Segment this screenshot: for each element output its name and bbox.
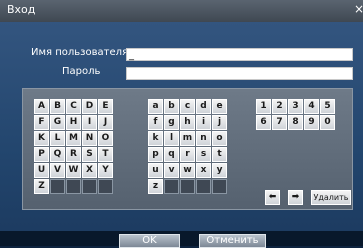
- digit-key-8[interactable]: 8: [288, 115, 303, 130]
- uppercase-key-T[interactable]: T: [98, 147, 113, 162]
- uppercase-key-A[interactable]: A: [34, 99, 49, 114]
- lowercase-key-u[interactable]: u: [148, 163, 163, 178]
- uppercase-key-K[interactable]: K: [34, 131, 49, 146]
- digit-key-7[interactable]: 7: [272, 115, 287, 130]
- uppercase-key-blank: [50, 179, 65, 194]
- uppercase-key-J[interactable]: J: [98, 115, 113, 130]
- uppercase-key-I[interactable]: I: [82, 115, 97, 130]
- uppercase-key-N[interactable]: N: [82, 131, 97, 146]
- uppercase-key-F[interactable]: F: [34, 115, 49, 130]
- lowercase-key-v[interactable]: v: [164, 163, 179, 178]
- uppercase-key-E[interactable]: E: [98, 99, 113, 114]
- digit-key-4[interactable]: 4: [304, 99, 319, 114]
- uppercase-key-V[interactable]: V: [50, 163, 65, 178]
- digit-key-6[interactable]: 6: [256, 115, 271, 130]
- lowercase-key-k[interactable]: k: [148, 131, 163, 146]
- delete-button[interactable]: Удалить: [311, 190, 351, 205]
- uppercase-key-B[interactable]: B: [50, 99, 65, 114]
- lowercase-key-x[interactable]: x: [196, 163, 211, 178]
- lowercase-key-blank: [196, 179, 211, 194]
- digit-key-3[interactable]: 3: [288, 99, 303, 114]
- uppercase-key-S[interactable]: S: [82, 147, 97, 162]
- lowercase-key-w[interactable]: w: [180, 163, 195, 178]
- bottom-bar: [0, 231, 363, 246]
- digit-key-5[interactable]: 5: [320, 99, 335, 114]
- uppercase-key-Z[interactable]: Z: [34, 179, 49, 194]
- lowercase-key-s[interactable]: s: [196, 147, 211, 162]
- lowercase-key-g[interactable]: g: [164, 115, 179, 130]
- lowercase-key-m[interactable]: m: [180, 131, 195, 146]
- uppercase-key-M[interactable]: M: [66, 131, 81, 146]
- lowercase-key-p[interactable]: p: [148, 147, 163, 162]
- lowercase-key-f[interactable]: f: [148, 115, 163, 130]
- right-arrow-icon[interactable]: ➡: [288, 190, 303, 205]
- digit-key-9[interactable]: 9: [304, 115, 319, 130]
- digit-key-2[interactable]: 2: [272, 99, 287, 114]
- uppercase-key-Q[interactable]: Q: [50, 147, 65, 162]
- lowercase-key-i[interactable]: i: [196, 115, 211, 130]
- lowercase-key-blank: [212, 179, 227, 194]
- lowercase-key-y[interactable]: y: [212, 163, 227, 178]
- uppercase-key-W[interactable]: W: [66, 163, 81, 178]
- username-label: Имя пользователя: [31, 47, 129, 58]
- lowercase-key-blank: [180, 179, 195, 194]
- uppercase-key-R[interactable]: R: [66, 147, 81, 162]
- lowercase-key-t[interactable]: t: [212, 147, 227, 162]
- lowercase-key-b[interactable]: b: [164, 99, 179, 114]
- uppercase-key-P[interactable]: P: [34, 147, 49, 162]
- lowercase-key-blank: [164, 179, 179, 194]
- uppercase-key-Y[interactable]: Y: [98, 163, 113, 178]
- lowercase-key-r[interactable]: r: [180, 147, 195, 162]
- uppercase-key-O[interactable]: O: [98, 131, 113, 146]
- uppercase-key-U[interactable]: U: [34, 163, 49, 178]
- uppercase-key-H[interactable]: H: [66, 115, 81, 130]
- lowercase-key-z[interactable]: z: [148, 179, 163, 194]
- digit-key-1[interactable]: 1: [256, 99, 271, 114]
- lowercase-key-o[interactable]: o: [212, 131, 227, 146]
- close-icon[interactable]: ×: [354, 2, 363, 16]
- lowercase-key-d[interactable]: d: [196, 99, 211, 114]
- left-arrow-icon[interactable]: ⬅: [265, 190, 280, 205]
- lowercase-key-c[interactable]: c: [180, 99, 195, 114]
- uppercase-key-D[interactable]: D: [82, 99, 97, 114]
- digit-key-0[interactable]: 0: [320, 115, 335, 130]
- uppercase-key-blank: [66, 179, 81, 194]
- uppercase-key-C[interactable]: C: [66, 99, 81, 114]
- username-input[interactable]: _: [126, 48, 353, 61]
- title-bar: Вход ×: [0, 0, 363, 22]
- uppercase-key-L[interactable]: L: [50, 131, 65, 146]
- lowercase-key-j[interactable]: j: [212, 115, 227, 130]
- password-label: Пароль: [62, 66, 101, 77]
- password-input[interactable]: [126, 67, 353, 80]
- uppercase-key-G[interactable]: G: [50, 115, 65, 130]
- lowercase-key-q[interactable]: q: [164, 147, 179, 162]
- uppercase-key-blank: [82, 179, 97, 194]
- lowercase-key-l[interactable]: l: [164, 131, 179, 146]
- uppercase-key-X[interactable]: X: [82, 163, 97, 178]
- uppercase-key-blank: [98, 179, 113, 194]
- lowercase-key-a[interactable]: a: [148, 99, 163, 114]
- lowercase-key-e[interactable]: e: [212, 99, 227, 114]
- lowercase-key-n[interactable]: n: [196, 131, 211, 146]
- window-title: Вход: [7, 3, 36, 16]
- lowercase-key-h[interactable]: h: [180, 115, 195, 130]
